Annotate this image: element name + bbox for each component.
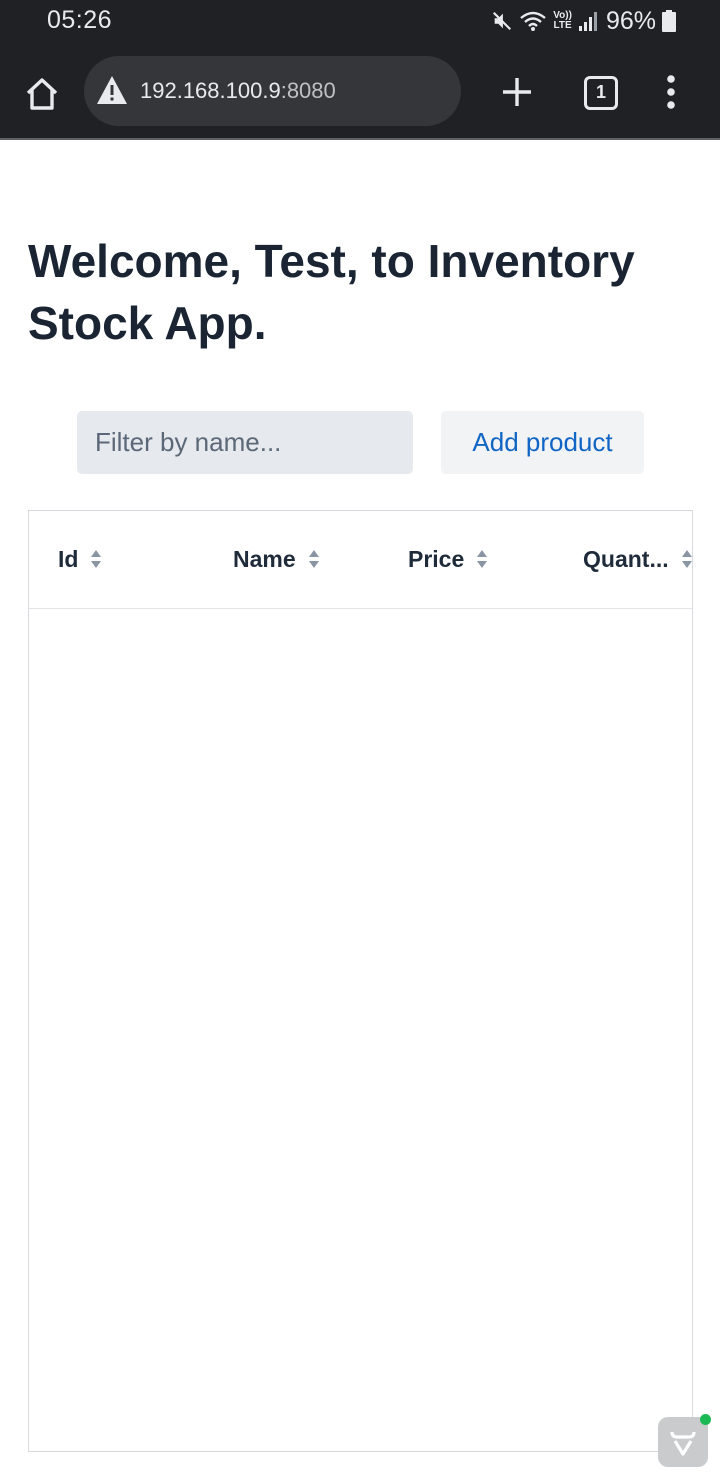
tabs-icon[interactable]: 1 <box>584 76 618 110</box>
vaadin-icon <box>670 1431 696 1456</box>
address-bar[interactable]: 192.168.100.9:8080 <box>84 56 461 126</box>
status-dot <box>700 1414 711 1425</box>
sort-icon[interactable] <box>681 548 693 570</box>
add-product-button[interactable]: Add product <box>441 411 644 474</box>
column-header-price[interactable]: Price <box>408 544 488 574</box>
grid-header: Id Name Price Quant... <box>29 511 692 609</box>
volte-icon: Vo)) LTE <box>553 10 572 31</box>
browser-toolbar: 192.168.100.9:8080 1 <box>0 44 720 140</box>
sort-icon[interactable] <box>476 548 488 570</box>
filter-input[interactable] <box>77 411 413 474</box>
column-header-name[interactable]: Name <box>233 544 320 574</box>
product-grid: Id Name Price Quant... <box>28 510 693 1452</box>
sort-icon[interactable] <box>90 548 102 570</box>
column-header-id[interactable]: Id <box>58 544 102 574</box>
status-time: 05:26 <box>47 6 113 34</box>
status-bar: 05:26 Vo)) LTE 96% <box>0 0 720 44</box>
column-header-quantity[interactable]: Quant... <box>583 544 693 574</box>
mute-icon <box>493 11 512 31</box>
warning-icon[interactable] <box>96 75 128 105</box>
column-label: Name <box>233 545 296 572</box>
wifi-icon <box>520 11 547 31</box>
column-label: Id <box>58 545 79 572</box>
home-icon[interactable] <box>22 74 62 114</box>
page-title: Welcome, Test, to Inventory Stock App. <box>28 235 635 349</box>
url-text[interactable]: 192.168.100.9:8080 <box>140 78 336 104</box>
column-label: Price <box>408 545 465 572</box>
status-icons: Vo)) LTE 96% <box>491 6 676 36</box>
battery-icon <box>662 10 676 32</box>
dev-tools-button[interactable] <box>658 1414 711 1467</box>
signal-icon <box>578 12 597 31</box>
grid-body[interactable] <box>29 610 692 1451</box>
column-label: Quant... <box>583 545 669 572</box>
url-host: 192.168.100.9 <box>140 78 281 103</box>
url-port: :8080 <box>280 78 336 103</box>
battery-level: 96% <box>605 6 656 35</box>
sort-icon[interactable] <box>308 548 320 570</box>
plus-icon[interactable] <box>500 75 534 109</box>
more-vert-icon[interactable] <box>660 74 682 110</box>
